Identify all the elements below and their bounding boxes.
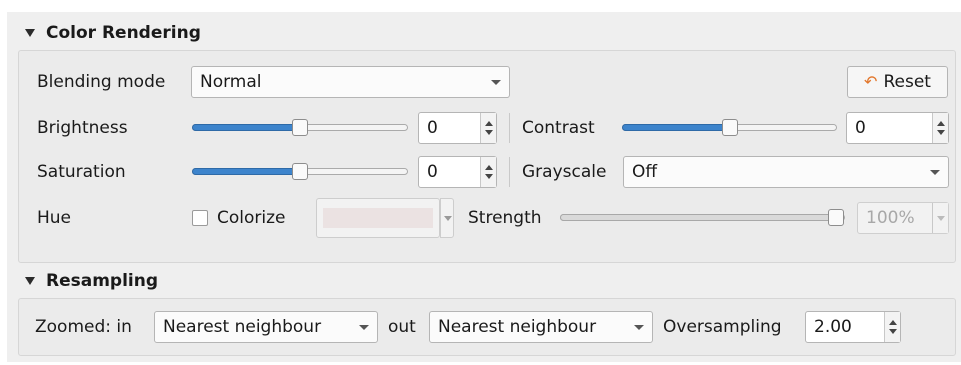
slider-handle[interactable] — [292, 119, 308, 136]
color-swatch — [323, 208, 433, 228]
saturation-label: Saturation — [37, 162, 126, 182]
colorize-label[interactable]: Colorize — [217, 202, 286, 234]
spin-down-icon[interactable] — [936, 215, 945, 221]
spin-up-icon[interactable] — [484, 121, 493, 126]
strength-label: Strength — [468, 208, 542, 228]
collapse-triangle-icon[interactable] — [25, 29, 35, 37]
spin-buttons[interactable] — [932, 113, 948, 143]
spin-buttons[interactable] — [932, 203, 948, 233]
contrast-slider[interactable] — [622, 112, 837, 144]
spin-up-icon[interactable] — [484, 165, 493, 170]
grayscale-value: Off — [632, 162, 658, 182]
strength-value: 100% — [866, 208, 915, 228]
contrast-label: Contrast — [522, 118, 595, 138]
colorize-color-button[interactable] — [316, 198, 440, 238]
slider-handle[interactable] — [722, 119, 738, 136]
separator — [509, 157, 510, 187]
spin-up-icon[interactable] — [888, 320, 897, 325]
spin-buttons[interactable] — [480, 157, 496, 187]
contrast-value: 0 — [855, 118, 866, 138]
resampling-title: Resampling — [46, 271, 159, 291]
zoomed-in-select[interactable]: Nearest neighbour — [154, 311, 378, 343]
slider-fill — [560, 214, 840, 221]
spin-down-icon[interactable] — [484, 174, 493, 179]
spin-down-icon[interactable] — [484, 130, 493, 135]
chevron-down-icon — [359, 325, 369, 330]
spin-buttons[interactable] — [480, 113, 496, 143]
spin-up-icon[interactable] — [936, 121, 945, 126]
separator — [509, 113, 510, 143]
undo-icon: ↶ — [864, 72, 878, 91]
chevron-down-icon — [491, 80, 501, 85]
grayscale-label: Grayscale — [522, 162, 607, 182]
strength-spinbox[interactable]: 100% — [857, 202, 949, 234]
brightness-slider[interactable] — [192, 112, 408, 144]
collapse-triangle-icon[interactable] — [25, 277, 35, 285]
layer-properties-panel: Color Rendering Blending mode Normal ↶ R… — [7, 12, 961, 362]
zoomed-out-label: out — [388, 317, 416, 337]
blending-mode-label: Blending mode — [37, 72, 166, 92]
brightness-spinbox[interactable]: 0 — [418, 112, 497, 144]
slider-fill — [622, 124, 730, 131]
slider-handle[interactable] — [292, 163, 308, 180]
saturation-spinbox[interactable]: 0 — [418, 156, 497, 188]
blending-mode-select[interactable]: Normal — [191, 66, 510, 98]
reset-button[interactable]: ↶ Reset — [847, 66, 948, 98]
colorize-checkbox[interactable] — [192, 210, 208, 226]
zoomed-out-select[interactable]: Nearest neighbour — [429, 311, 653, 343]
zoomed-in-label: Zoomed: in — [35, 317, 132, 337]
zoomed-out-value: Nearest neighbour — [438, 317, 597, 337]
saturation-value: 0 — [427, 162, 438, 182]
slider-fill — [192, 124, 300, 131]
spin-buttons[interactable] — [884, 312, 900, 342]
slider-handle[interactable] — [828, 209, 844, 226]
reset-label: Reset — [883, 72, 931, 92]
strength-slider[interactable] — [560, 202, 845, 234]
blending-mode-value: Normal — [200, 72, 262, 92]
hue-label: Hue — [37, 208, 72, 228]
chevron-down-icon — [930, 170, 940, 175]
brightness-value: 0 — [427, 118, 438, 138]
color-rendering-title: Color Rendering — [46, 23, 201, 43]
chevron-down-icon — [634, 325, 644, 330]
color-dropdown-button[interactable] — [440, 198, 454, 238]
saturation-slider[interactable] — [192, 156, 408, 188]
grayscale-select[interactable]: Off — [623, 156, 949, 188]
spin-down-icon[interactable] — [888, 329, 897, 334]
color-rendering-header[interactable]: Color Rendering — [25, 18, 201, 48]
oversampling-value: 2.00 — [814, 317, 852, 337]
brightness-label: Brightness — [37, 118, 128, 138]
zoomed-in-value: Nearest neighbour — [163, 317, 322, 337]
resampling-header[interactable]: Resampling — [25, 266, 158, 296]
slider-fill — [192, 168, 300, 175]
oversampling-spinbox[interactable]: 2.00 — [805, 311, 901, 343]
oversampling-label: Oversampling — [663, 317, 782, 337]
spin-down-icon[interactable] — [936, 130, 945, 135]
chevron-down-icon — [444, 216, 452, 221]
contrast-spinbox[interactable]: 0 — [846, 112, 949, 144]
